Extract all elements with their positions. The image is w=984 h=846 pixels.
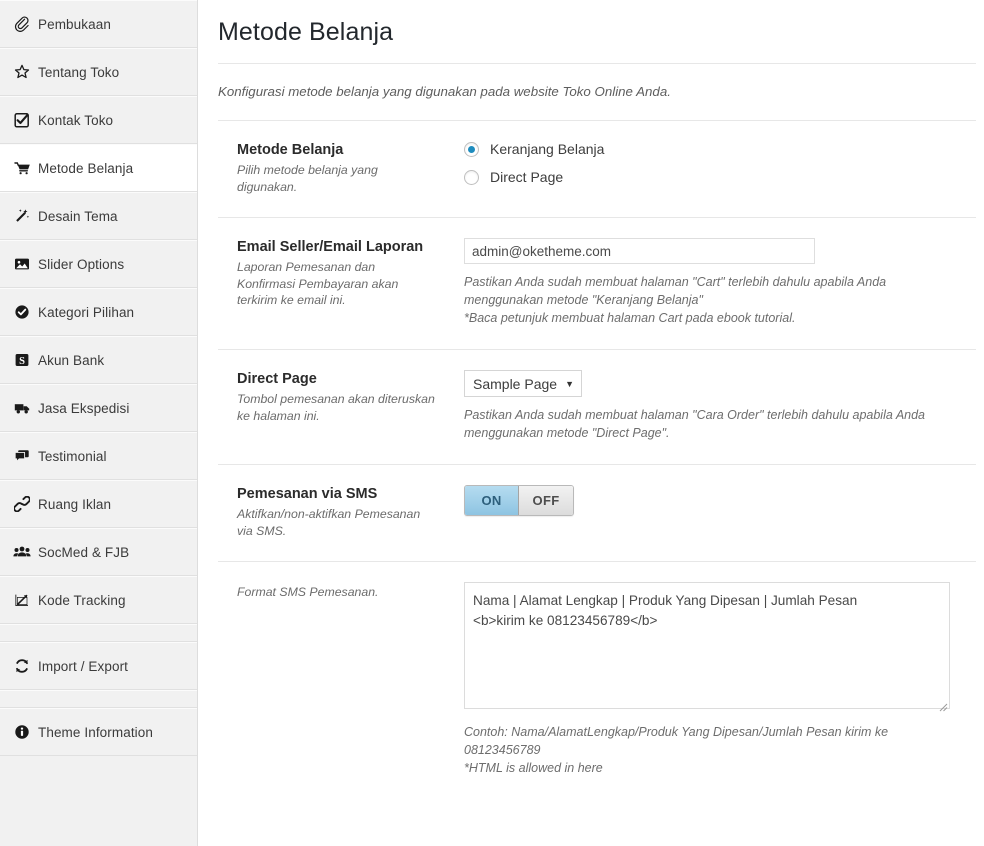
email-seller-input[interactable] <box>464 238 815 264</box>
sidebar-item-theme-information[interactable]: Theme Information <box>0 708 197 756</box>
section-title: Pemesanan via SMS <box>237 486 378 502</box>
section-label-group: Direct Page Tombol pemesanan akan diteru… <box>218 370 446 442</box>
section-title: Email Seller/Email Laporan <box>237 239 424 255</box>
section-note: Tombol pemesanan akan diteruskan ke hala… <box>237 392 435 423</box>
radio-label: Direct Page <box>490 169 564 185</box>
sidebar-item-label: Kontak Toko <box>38 112 114 128</box>
sidebar-item-label: Kode Tracking <box>38 592 126 608</box>
section-label-group: Pemesanan via SMS Aktifkan/non-aktifkan … <box>218 485 446 539</box>
sms-toggle-off[interactable]: OFF <box>519 486 573 515</box>
section-control-group: Pastikan Anda sudah membuat halaman "Car… <box>446 238 976 327</box>
sidebar-filler <box>0 756 197 846</box>
sidebar-item-label: Testimonial <box>38 448 107 464</box>
section-control-group: Keranjang Belanja Direct Page <box>446 141 976 195</box>
sidebar-item-kategori-pilihan[interactable]: Kategori Pilihan <box>0 288 197 336</box>
page-title: Metode Belanja <box>218 18 394 46</box>
sidebar-item-label: Theme Information <box>38 724 153 740</box>
direct-page-hint: Pastikan Anda sudah membuat halaman "Car… <box>464 408 926 440</box>
main-content: Metode Belanja Konfigurasi metode belanj… <box>198 0 984 846</box>
sidebar-item-label: Jasa Ekspedisi <box>38 400 130 416</box>
section-metode-belanja: Metode Belanja Pilih metode belanja yang… <box>218 120 976 217</box>
star-icon <box>12 62 32 82</box>
shopping-cart-icon <box>12 158 32 178</box>
sidebar-item-kode-tracking[interactable]: Kode Tracking <box>0 576 197 624</box>
sidebar-item-pembukaan[interactable]: Pembukaan <box>0 0 197 48</box>
page-description: Konfigurasi metode belanja yang digunaka… <box>218 84 671 99</box>
format-sms-note: Format SMS Pemesanan. <box>237 585 379 599</box>
radio-option-direct-page[interactable]: Direct Page <box>464 169 976 185</box>
format-sms-hint: Contoh: Nama/AlamatLengkap/Produk Yang D… <box>464 725 889 775</box>
sidebar-item-label: Desain Tema <box>38 208 118 224</box>
truck-icon <box>12 398 32 418</box>
sidebar-item-label: Tentang Toko <box>38 64 120 80</box>
sidebar-item-slider-options[interactable]: Slider Options <box>0 240 197 288</box>
sms-toggle[interactable]: ON OFF <box>464 485 574 516</box>
section-label-group: Email Seller/Email Laporan Laporan Pemes… <box>218 238 446 327</box>
radio-option-keranjang-belanja[interactable]: Keranjang Belanja <box>464 141 976 157</box>
sidebar-item-label: Ruang Iklan <box>38 496 112 512</box>
paperclip-icon <box>12 14 32 34</box>
section-direct-page: Direct Page Tombol pemesanan akan diteru… <box>218 349 976 464</box>
users-group-icon <box>12 542 32 562</box>
sidebar-item-kontak-toko[interactable]: Kontak Toko <box>0 96 197 144</box>
section-format-sms: Format SMS Pemesanan. Nama | Alamat Leng… <box>218 561 976 799</box>
section-label-group: Metode Belanja Pilih metode belanja yang… <box>218 141 446 195</box>
image-icon <box>12 254 32 274</box>
check-circle-icon <box>12 302 32 322</box>
section-note: Laporan Pemesanan dan Konfirmasi Pembaya… <box>237 260 399 307</box>
section-control-group: Nama | Alamat Lengkap | Produk Yang Dipe… <box>446 582 976 777</box>
direct-page-select[interactable]: Sample Page <box>464 370 583 397</box>
radio-icon-unselected[interactable] <box>464 169 479 185</box>
section-title: Direct Page <box>237 371 317 387</box>
sidebar-item-label: SocMed & FJB <box>38 544 130 560</box>
direct-page-selected-value: Sample Page <box>473 375 558 392</box>
sidebar-item-label: Slider Options <box>38 256 125 272</box>
sidebar-item-label: Akun Bank <box>38 352 105 368</box>
sidebar-item-jasa-ekspedisi[interactable]: Jasa Ekspedisi <box>0 384 197 432</box>
dollar-square-icon: S <box>12 350 32 370</box>
chart-line-icon <box>12 590 32 610</box>
format-sms-textarea[interactable]: Nama | Alamat Lengkap | Produk Yang Dipe… <box>464 582 950 709</box>
section-email-seller: Email Seller/Email Laporan Laporan Pemes… <box>218 217 976 349</box>
format-sms-textarea-wrapper: Nama | Alamat Lengkap | Produk Yang Dipe… <box>464 582 950 714</box>
sidebar-item-ruang-iklan[interactable]: Ruang Iklan <box>0 480 197 528</box>
app-root: Pembukaan Tentang Toko Kontak Toko Metod… <box>0 0 984 846</box>
magic-wand-icon <box>12 206 32 226</box>
section-note: Pilih metode belanja yang digunakan. <box>237 163 378 194</box>
sidebar-item-import-export[interactable]: Import / Export <box>0 642 197 690</box>
svg-text:S: S <box>19 356 25 367</box>
sidebar-item-label: Pembukaan <box>38 16 111 32</box>
comment-icon <box>12 446 32 466</box>
section-note: Aktifkan/non-aktifkan Pemesanan via SMS. <box>237 507 421 538</box>
refresh-cycle-icon <box>12 656 32 676</box>
sidebar-item-label: Kategori Pilihan <box>38 304 135 320</box>
info-circle-icon <box>12 722 32 742</box>
link-chain-icon <box>12 494 32 514</box>
sidebar-item-socmed-fjb[interactable]: SocMed & FJB <box>0 528 197 576</box>
sidebar-item-desain-tema[interactable]: Desain Tema <box>0 192 197 240</box>
section-pemesanan-via-sms: Pemesanan via SMS Aktifkan/non-aktifkan … <box>218 464 976 561</box>
sidebar-item-label: Metode Belanja <box>38 160 134 176</box>
sidebar-item-akun-bank[interactable]: S Akun Bank <box>0 336 197 384</box>
sidebar-item-label: Import / Export <box>38 658 129 674</box>
sidebar-item-tentang-toko[interactable]: Tentang Toko <box>0 48 197 96</box>
sidebar: Pembukaan Tentang Toko Kontak Toko Metod… <box>0 0 198 846</box>
sidebar-item-metode-belanja[interactable]: Metode Belanja <box>0 144 197 192</box>
section-control-group: Sample Page ▼ Pastikan Anda sudah membua… <box>446 370 976 442</box>
radio-icon-selected[interactable] <box>464 141 479 157</box>
section-title: Metode Belanja <box>237 142 344 158</box>
email-seller-hint: Pastikan Anda sudah membuat halaman "Car… <box>464 275 887 325</box>
sidebar-separator-1 <box>0 624 197 642</box>
sidebar-separator-2 <box>0 690 197 708</box>
check-square-icon <box>12 110 32 130</box>
sms-toggle-on[interactable]: ON <box>465 486 519 515</box>
radio-label: Keranjang Belanja <box>490 141 605 157</box>
sidebar-item-testimonial[interactable]: Testimonial <box>0 432 197 480</box>
section-control-group: ON OFF <box>446 485 976 539</box>
section-label-group: Format SMS Pemesanan. <box>218 582 446 777</box>
direct-page-select-wrapper: Sample Page ▼ <box>464 370 583 397</box>
